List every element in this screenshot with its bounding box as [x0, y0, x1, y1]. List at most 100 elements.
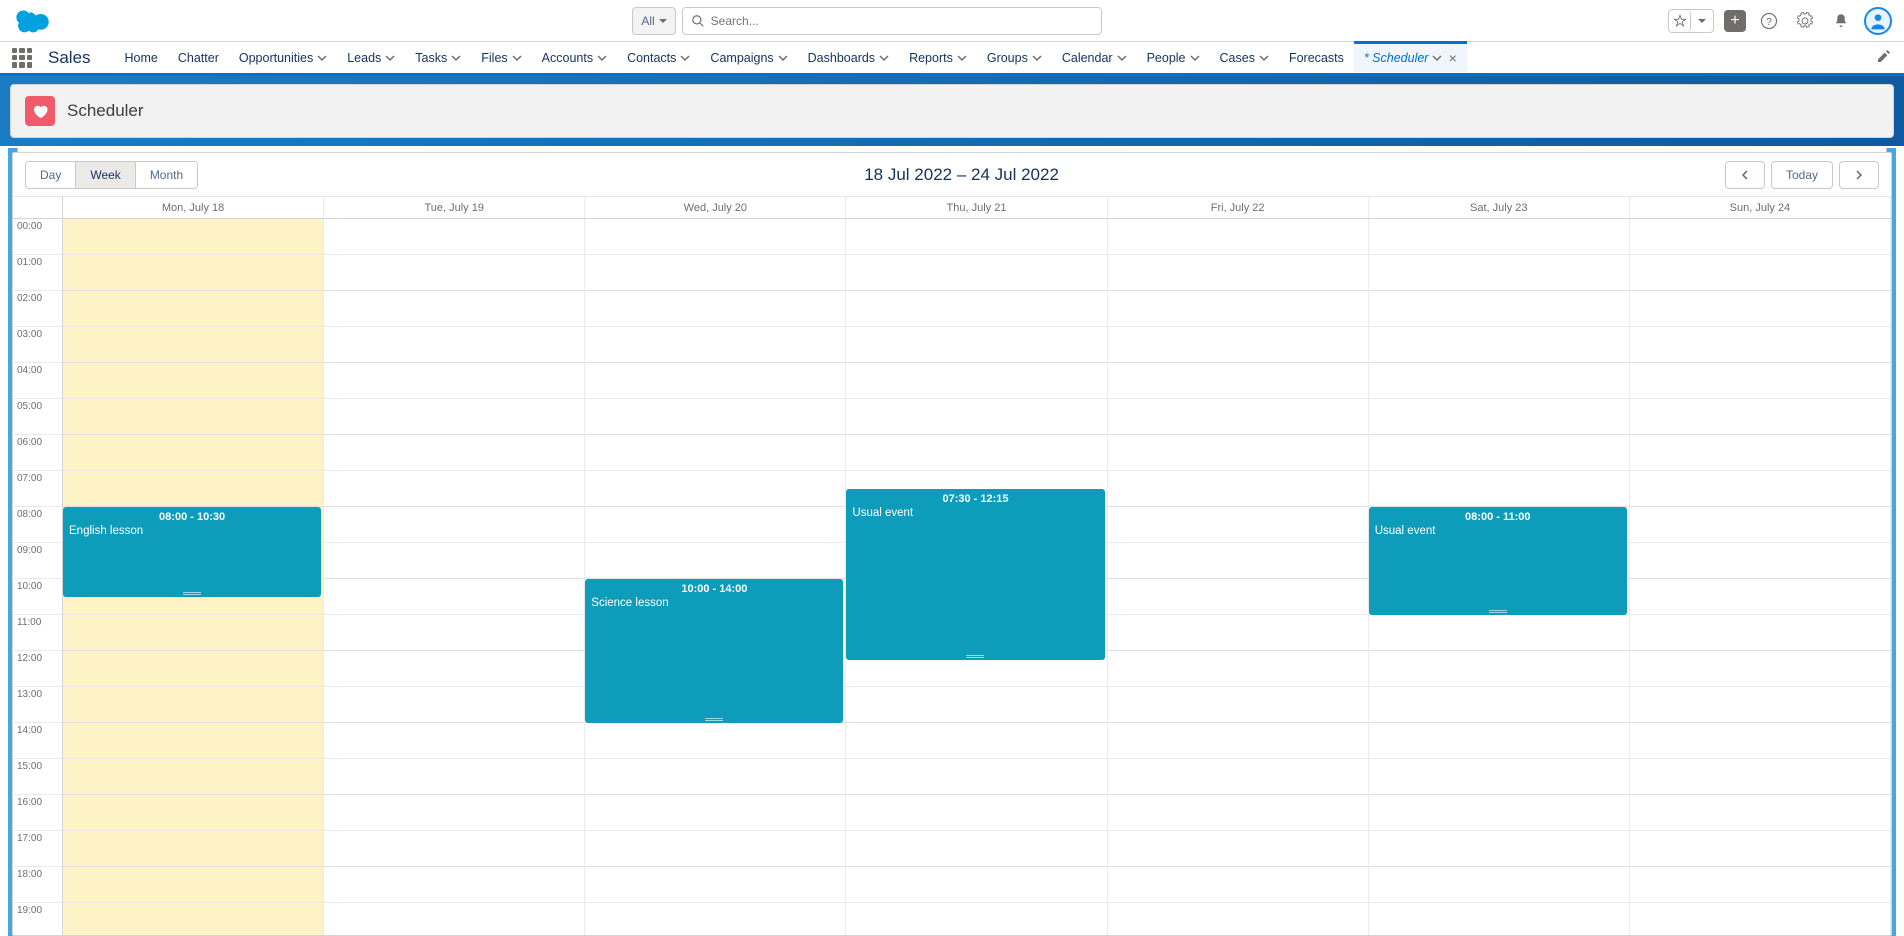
day-header: Sun, July 24: [1630, 197, 1891, 218]
page-band: Scheduler: [0, 76, 1904, 146]
search-input[interactable]: [711, 14, 1093, 28]
day-column[interactable]: 08:00 - 11:00 Usual event: [1369, 219, 1630, 935]
day-column[interactable]: 07:30 - 12:15Usual event: [846, 219, 1107, 935]
app-nav-bar: Sales HomeChatterOpportunitiesLeadsTasks…: [0, 42, 1904, 76]
calendar-grid-scroll[interactable]: 00:0001:0002:0003:0004:0005:0006:0007:00…: [13, 219, 1891, 935]
time-label: 14:00: [13, 723, 62, 759]
nav-item-label: Leads: [347, 51, 381, 65]
event-resize-handle[interactable]: [966, 655, 984, 658]
nav-item-label: Dashboards: [808, 51, 875, 65]
view-month-button[interactable]: Month: [136, 162, 197, 188]
time-label: 03:00: [13, 327, 62, 363]
notifications-bell-icon[interactable]: [1828, 8, 1854, 34]
calendar-event[interactable]: 07:30 - 12:15Usual event: [846, 489, 1104, 660]
day-column[interactable]: [324, 219, 585, 935]
user-avatar[interactable]: [1864, 7, 1892, 35]
day-column[interactable]: 08:00 - 10:30English lesson: [63, 219, 324, 935]
search-box[interactable]: [682, 7, 1102, 35]
day-column[interactable]: [1630, 219, 1891, 935]
event-resize-handle[interactable]: [1489, 610, 1507, 613]
event-time: 08:00 - 10:30: [69, 511, 315, 523]
nav-item-tasks[interactable]: Tasks: [405, 42, 471, 73]
global-add-button[interactable]: +: [1724, 10, 1746, 32]
time-label: 18:00: [13, 867, 62, 903]
nav-item-label: Campaigns: [710, 51, 773, 65]
calendar-toolbar: DayWeekMonth 18 Jul 2022 – 24 Jul 2022 T…: [13, 153, 1891, 197]
favorite-star-icon[interactable]: [1669, 10, 1691, 32]
time-label: 15:00: [13, 759, 62, 795]
nav-item-leads[interactable]: Leads: [337, 42, 405, 73]
nav-items: Home Chatter Opportunities Leads Tasks Files A…: [115, 42, 1467, 73]
day-header: Mon, July 18: [63, 197, 324, 218]
event-title: Usual event: [1375, 525, 1621, 537]
scheduler-page-icon: [25, 96, 55, 126]
nav-item-reports[interactable]: Reports: [899, 42, 977, 73]
day-header: Tue, July 19: [324, 197, 585, 218]
calendar-event[interactable]: 08:00 - 10:30English lesson: [63, 507, 321, 597]
favorite-dropdown-icon[interactable]: [1691, 10, 1713, 32]
search-scope-dropdown[interactable]: All: [632, 7, 675, 35]
nav-item-label: Chatter: [178, 51, 219, 65]
setup-gear-icon[interactable]: [1792, 8, 1818, 34]
calendar-event[interactable]: 10:00 - 14:00Science lesson: [585, 579, 843, 723]
day-headers-row: Mon, July 18Tue, July 19Wed, July 20Thu,…: [13, 197, 1891, 219]
nav-item-forecasts[interactable]: Forecasts: [1279, 42, 1354, 73]
nav-item-dashboards[interactable]: Dashboards: [798, 42, 899, 73]
time-label: 19:00: [13, 903, 62, 935]
time-label: 00:00: [13, 219, 62, 255]
nav-item-label: * Scheduler: [1364, 51, 1429, 65]
nav-item-calendar[interactable]: Calendar: [1052, 42, 1137, 73]
day-header: Thu, July 21: [846, 197, 1107, 218]
nav-item-label: Reports: [909, 51, 953, 65]
time-label: 07:00: [13, 471, 62, 507]
time-label: 17:00: [13, 831, 62, 867]
nav-item-label: Contacts: [627, 51, 676, 65]
day-column[interactable]: [1108, 219, 1369, 935]
event-resize-handle[interactable]: [183, 592, 201, 595]
event-time: 08:00 - 11:00: [1375, 511, 1621, 523]
time-label: 01:00: [13, 255, 62, 291]
nav-item-scheduler-active[interactable]: * Scheduler ×: [1354, 41, 1467, 72]
help-icon[interactable]: ?: [1756, 8, 1782, 34]
nav-item-label: Cases: [1220, 51, 1255, 65]
day-column[interactable]: 10:00 - 14:00Science lesson: [585, 219, 846, 935]
view-week-button[interactable]: Week: [76, 162, 135, 188]
nav-edit-pencil-icon[interactable]: [1876, 48, 1892, 67]
time-label: 12:00: [13, 651, 62, 687]
event-resize-handle[interactable]: [705, 718, 723, 721]
nav-item-accounts[interactable]: Accounts: [532, 42, 617, 73]
nav-item-campaigns[interactable]: Campaigns: [700, 42, 797, 73]
next-week-button[interactable]: [1839, 161, 1879, 189]
today-button[interactable]: Today: [1771, 161, 1833, 189]
view-day-button[interactable]: Day: [26, 162, 76, 188]
nav-item-files[interactable]: Files: [471, 42, 531, 73]
event-time: 10:00 - 14:00: [591, 583, 837, 595]
nav-item-people[interactable]: People: [1137, 42, 1210, 73]
app-launcher-icon[interactable]: [12, 48, 32, 68]
nav-item-cases[interactable]: Cases: [1210, 42, 1279, 73]
nav-item-contacts[interactable]: Contacts: [617, 42, 700, 73]
calendar-event[interactable]: 08:00 - 11:00 Usual event: [1369, 507, 1627, 615]
time-label: 09:00: [13, 543, 62, 579]
page-header: Scheduler: [10, 84, 1894, 138]
svg-text:?: ?: [1766, 15, 1772, 27]
nav-item-label: Files: [481, 51, 507, 65]
close-tab-icon[interactable]: ×: [1448, 50, 1456, 66]
nav-item-home[interactable]: Home: [115, 42, 168, 73]
prev-week-button[interactable]: [1725, 161, 1765, 189]
nav-item-chatter[interactable]: Chatter: [168, 42, 229, 73]
search-scope-label: All: [641, 14, 654, 28]
nav-item-groups[interactable]: Groups: [977, 42, 1052, 73]
time-label: 13:00: [13, 687, 62, 723]
event-title: Usual event: [852, 507, 1098, 519]
day-header: Wed, July 20: [585, 197, 846, 218]
nav-item-label: Tasks: [415, 51, 447, 65]
time-label: 16:00: [13, 795, 62, 831]
calendar-container: DayWeekMonth 18 Jul 2022 – 24 Jul 2022 T…: [8, 148, 1896, 936]
time-label: 06:00: [13, 435, 62, 471]
time-label: 10:00: [13, 579, 62, 615]
time-label: 11:00: [13, 615, 62, 651]
salesforce-logo[interactable]: [12, 7, 54, 35]
nav-item-label: Home: [125, 51, 158, 65]
nav-item-opportunities[interactable]: Opportunities: [229, 42, 337, 73]
